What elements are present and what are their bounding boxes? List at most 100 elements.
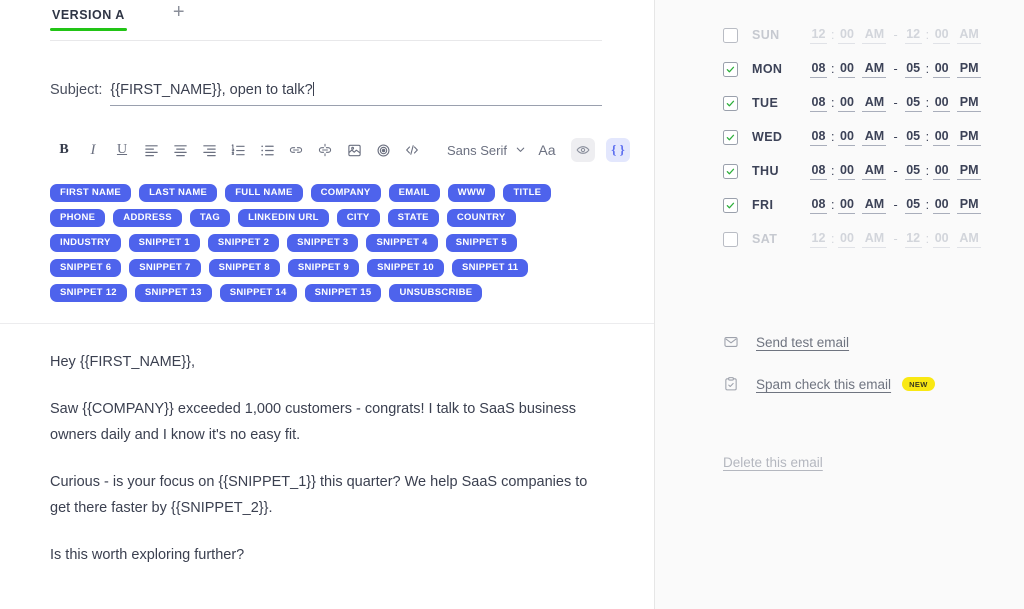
end-meridiem[interactable]: AM	[957, 231, 982, 248]
align-center-icon[interactable]	[166, 136, 194, 164]
end-minute[interactable]: 00	[933, 163, 951, 180]
merge-tag-pill[interactable]: INDUSTRY	[50, 234, 121, 252]
end-minute[interactable]: 00	[933, 27, 951, 44]
italic-button[interactable]: I	[79, 136, 107, 164]
subject-input[interactable]: {{FIRST_NAME}}, open to talk?	[110, 81, 602, 106]
merge-tag-pill[interactable]: FULL NAME	[225, 184, 303, 202]
merge-tag-pill[interactable]: SNIPPET 5	[445, 234, 518, 252]
start-hour[interactable]: 12	[810, 27, 827, 44]
unlink-icon[interactable]	[311, 136, 339, 164]
merge-tag-pill[interactable]: SNIPPET 6	[50, 259, 122, 277]
end-hour[interactable]: 05	[904, 95, 922, 112]
start-meridiem[interactable]: AM	[862, 197, 887, 214]
merge-tags-icon[interactable]: { }	[605, 138, 630, 162]
align-right-icon[interactable]	[195, 136, 223, 164]
start-meridiem[interactable]: AM	[862, 61, 887, 78]
insert-image-icon[interactable]	[340, 136, 368, 164]
underline-button[interactable]: U	[108, 136, 136, 164]
merge-tag-pill[interactable]: LAST NAME	[139, 184, 218, 202]
start-hour[interactable]: 08	[810, 61, 827, 78]
end-minute[interactable]: 00	[933, 95, 951, 112]
font-family-select[interactable]: Sans Serif	[447, 143, 526, 158]
merge-tag-pill[interactable]: SNIPPET 12	[50, 284, 127, 302]
merge-tag-pill[interactable]: SNIPPET 4	[366, 234, 438, 252]
day-checkbox-fri[interactable]	[723, 197, 738, 213]
link-icon[interactable]	[282, 136, 310, 164]
spam-check-button[interactable]: Spam check this email NEW	[723, 376, 1024, 392]
day-checkbox-sun[interactable]	[723, 27, 738, 43]
end-minute[interactable]: 00	[933, 129, 951, 146]
end-meridiem[interactable]: PM	[957, 95, 982, 112]
start-minute[interactable]: 00	[838, 197, 856, 214]
end-meridiem[interactable]: PM	[957, 61, 982, 78]
merge-tag-pill[interactable]: UNSUBSCRIBE	[389, 284, 483, 302]
start-meridiem[interactable]: AM	[862, 27, 887, 44]
start-minute[interactable]: 00	[838, 27, 856, 44]
merge-tag-pill[interactable]: EMAIL	[388, 184, 440, 202]
end-meridiem[interactable]: PM	[957, 129, 982, 146]
attachment-icon[interactable]	[369, 136, 397, 164]
merge-tag-pill[interactable]: SNIPPET 7	[129, 259, 201, 277]
day-checkbox-wed[interactable]	[723, 129, 738, 145]
start-meridiem[interactable]: AM	[862, 163, 887, 180]
start-minute[interactable]: 00	[838, 129, 856, 146]
start-hour[interactable]: 12	[810, 231, 827, 248]
start-minute[interactable]: 00	[838, 61, 856, 78]
merge-tag-pill[interactable]: CITY	[336, 209, 380, 227]
end-hour[interactable]: 12	[904, 27, 922, 44]
end-minute[interactable]: 00	[933, 197, 951, 214]
day-checkbox-tue[interactable]	[723, 95, 738, 111]
bold-button[interactable]: B	[50, 136, 78, 164]
start-hour[interactable]: 08	[810, 129, 827, 146]
merge-tag-pill[interactable]: PHONE	[50, 209, 106, 227]
end-minute[interactable]: 00	[933, 61, 951, 78]
unordered-list-icon[interactable]	[253, 136, 281, 164]
merge-tag-pill[interactable]: SNIPPET 15	[304, 284, 382, 302]
merge-tag-pill[interactable]: COUNTRY	[446, 209, 516, 227]
add-version-button[interactable]: +	[167, 0, 191, 24]
end-meridiem[interactable]: PM	[957, 197, 982, 214]
merge-tag-pill[interactable]: STATE	[387, 209, 439, 227]
start-hour[interactable]: 08	[810, 197, 827, 214]
merge-tag-pill[interactable]: TITLE	[503, 184, 552, 202]
tab-version-a[interactable]: VERSION A	[50, 0, 127, 31]
merge-tag-pill[interactable]: FIRST NAME	[50, 184, 132, 202]
start-hour[interactable]: 08	[810, 163, 827, 180]
merge-tag-pill[interactable]: SNIPPET 9	[287, 259, 360, 277]
align-left-icon[interactable]	[137, 136, 165, 164]
start-meridiem[interactable]: AM	[862, 95, 887, 112]
start-hour[interactable]: 08	[810, 95, 827, 112]
merge-tag-pill[interactable]: SNIPPET 10	[367, 259, 444, 277]
merge-tag-pill[interactable]: SNIPPET 2	[207, 234, 280, 252]
start-minute[interactable]: 00	[838, 95, 856, 112]
merge-tag-pill[interactable]: COMPANY	[310, 184, 381, 202]
end-hour[interactable]: 05	[904, 61, 922, 78]
merge-tag-pill[interactable]: LINKEDIN URL	[238, 209, 329, 227]
start-minute[interactable]: 00	[838, 163, 856, 180]
end-minute[interactable]: 00	[933, 231, 951, 248]
email-body[interactable]: Hey {{FIRST_NAME}}, Saw {{COMPANY}} excee…	[0, 324, 654, 568]
merge-tag-pill[interactable]: TAG	[189, 209, 231, 227]
code-icon[interactable]	[398, 136, 426, 164]
merge-tag-pill[interactable]: SNIPPET 14	[219, 284, 297, 302]
start-meridiem[interactable]: AM	[862, 129, 887, 146]
end-hour[interactable]: 05	[904, 129, 922, 146]
start-meridiem[interactable]: AM	[862, 231, 887, 248]
end-meridiem[interactable]: PM	[957, 163, 982, 180]
merge-tag-pill[interactable]: SNIPPET 11	[451, 259, 529, 277]
send-test-email-button[interactable]: Send test email	[723, 334, 1024, 350]
merge-tag-pill[interactable]: SNIPPET 13	[134, 284, 212, 302]
end-hour[interactable]: 05	[904, 197, 922, 214]
day-checkbox-mon[interactable]	[723, 61, 738, 77]
merge-tag-pill[interactable]: WWW	[447, 184, 496, 202]
end-hour[interactable]: 12	[904, 231, 922, 248]
start-minute[interactable]: 00	[838, 231, 856, 248]
end-meridiem[interactable]: AM	[957, 27, 982, 44]
ordered-list-icon[interactable]	[224, 136, 252, 164]
preview-eye-icon[interactable]	[570, 138, 595, 162]
delete-email-button[interactable]: Delete this email	[723, 455, 823, 470]
merge-tag-pill[interactable]: SNIPPET 8	[208, 259, 280, 277]
day-checkbox-thu[interactable]	[723, 163, 738, 179]
font-size-button[interactable]: Aa	[534, 136, 560, 164]
merge-tag-pill[interactable]: SNIPPET 3	[287, 234, 359, 252]
